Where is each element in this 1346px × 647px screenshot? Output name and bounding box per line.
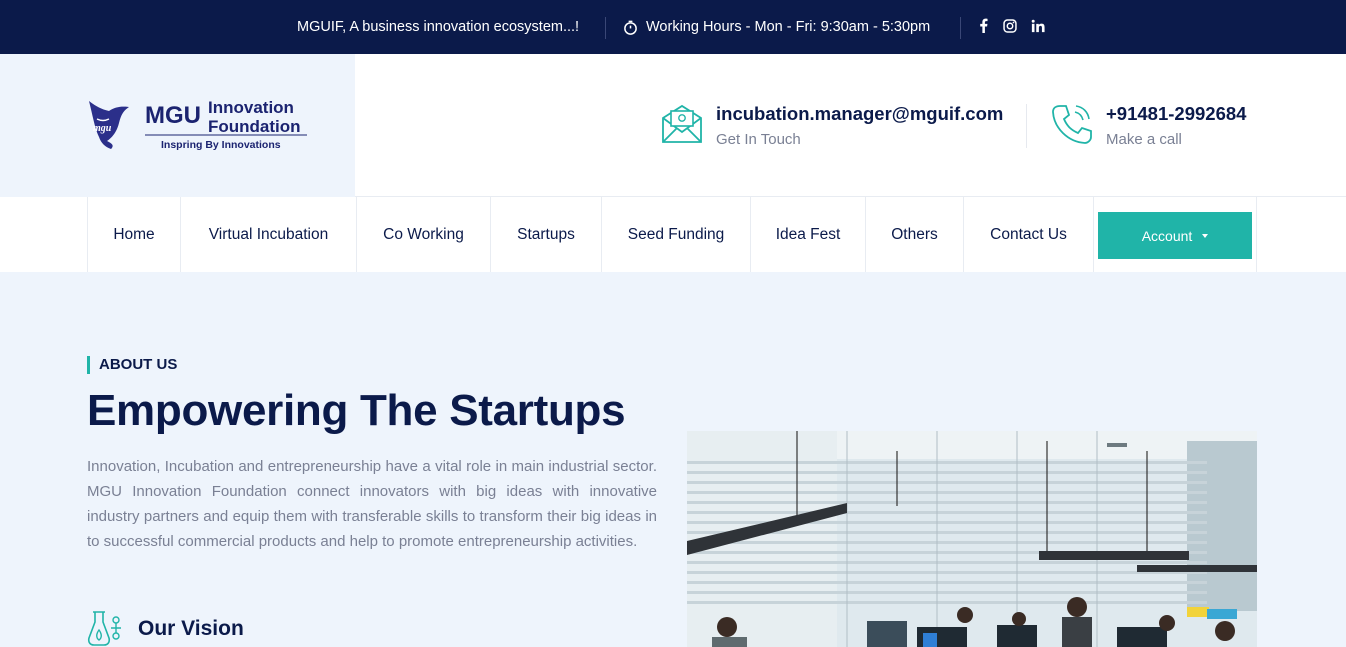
nav-item-virtual-incubation[interactable]: Virtual Incubation — [181, 197, 357, 272]
logo-tagline: Inspring By Innovations — [161, 139, 281, 151]
topbar-tagline: MGUIF, A business innovation ecosystem..… — [297, 19, 580, 35]
phone-caption: Make a call — [1106, 131, 1182, 148]
site-header: mgu MGU Innovation Foundation Inspring B… — [0, 54, 1346, 197]
top-bar: MGUIF, A business innovation ecosystem..… — [0, 0, 1346, 54]
email-caption: Get In Touch — [716, 131, 801, 148]
nav-item-others[interactable]: Others — [866, 197, 964, 272]
linkedin-icon[interactable] — [1031, 19, 1045, 33]
vision-icon — [87, 611, 121, 646]
nav-item-idea-fest[interactable]: Idea Fest — [751, 197, 866, 272]
section-label: ABOUT US — [87, 356, 177, 374]
site-logo[interactable]: mgu MGU Innovation Foundation Inspring B… — [87, 97, 309, 153]
clock-icon — [624, 20, 637, 35]
bird-logo-icon: mgu MGU Innovation Foundation Inspring B… — [89, 98, 307, 151]
logo-line2: Foundation — [208, 117, 301, 136]
email-icon — [662, 104, 702, 143]
working-hours: Working Hours - Mon - Fri: 9:30am - 5:30… — [623, 19, 930, 35]
logo-mark: MGU — [145, 102, 201, 129]
nav-item-startups[interactable]: Startups — [491, 197, 602, 272]
nav-item-contact-us[interactable]: Contact Us — [964, 197, 1094, 272]
social-links — [978, 18, 1045, 33]
account-label: Account — [1141, 227, 1193, 244]
header-divider — [1026, 104, 1027, 148]
working-hours-text: Working Hours - Mon - Fri: 9:30am - 5:30… — [646, 19, 931, 35]
section-title: Empowering The Startups — [87, 386, 626, 435]
svg-text:mgu: mgu — [93, 123, 112, 134]
caret-down-icon — [1202, 233, 1209, 238]
email-address[interactable]: incubation.manager@mguif.com — [716, 102, 1003, 126]
vision-title: Our Vision — [138, 616, 244, 640]
logo-area: mgu MGU Innovation Foundation Inspring B… — [0, 54, 355, 197]
vision-block: Our Vision — [87, 610, 244, 647]
nav-menu: Home Virtual Incubation Co Working Start… — [87, 197, 1094, 272]
phone-contact[interactable]: +91481-2992684 Make a call — [1050, 102, 1246, 152]
phone-icon — [1052, 105, 1092, 144]
phone-number[interactable]: +91481-2992684 — [1106, 102, 1246, 126]
office-photo — [687, 431, 1257, 647]
instagram-icon[interactable] — [1003, 18, 1017, 33]
account-wrap: Account — [1092, 197, 1257, 272]
facebook-icon[interactable] — [978, 18, 989, 33]
topbar-divider — [605, 17, 606, 39]
nav-item-home[interactable]: Home — [88, 197, 181, 272]
nav-item-co-working[interactable]: Co Working — [357, 197, 491, 272]
logo-line1: Innovation — [208, 98, 294, 117]
email-contact[interactable]: incubation.manager@mguif.com Get In Touc… — [661, 102, 1003, 152]
about-description: Innovation, Incubation and entrepreneurs… — [87, 458, 657, 550]
nav-item-seed-funding[interactable]: Seed Funding — [602, 197, 751, 272]
topbar-divider — [960, 17, 961, 39]
main-nav: Home Virtual Incubation Co Working Start… — [0, 197, 1346, 272]
account-button[interactable]: Account — [1098, 212, 1252, 259]
